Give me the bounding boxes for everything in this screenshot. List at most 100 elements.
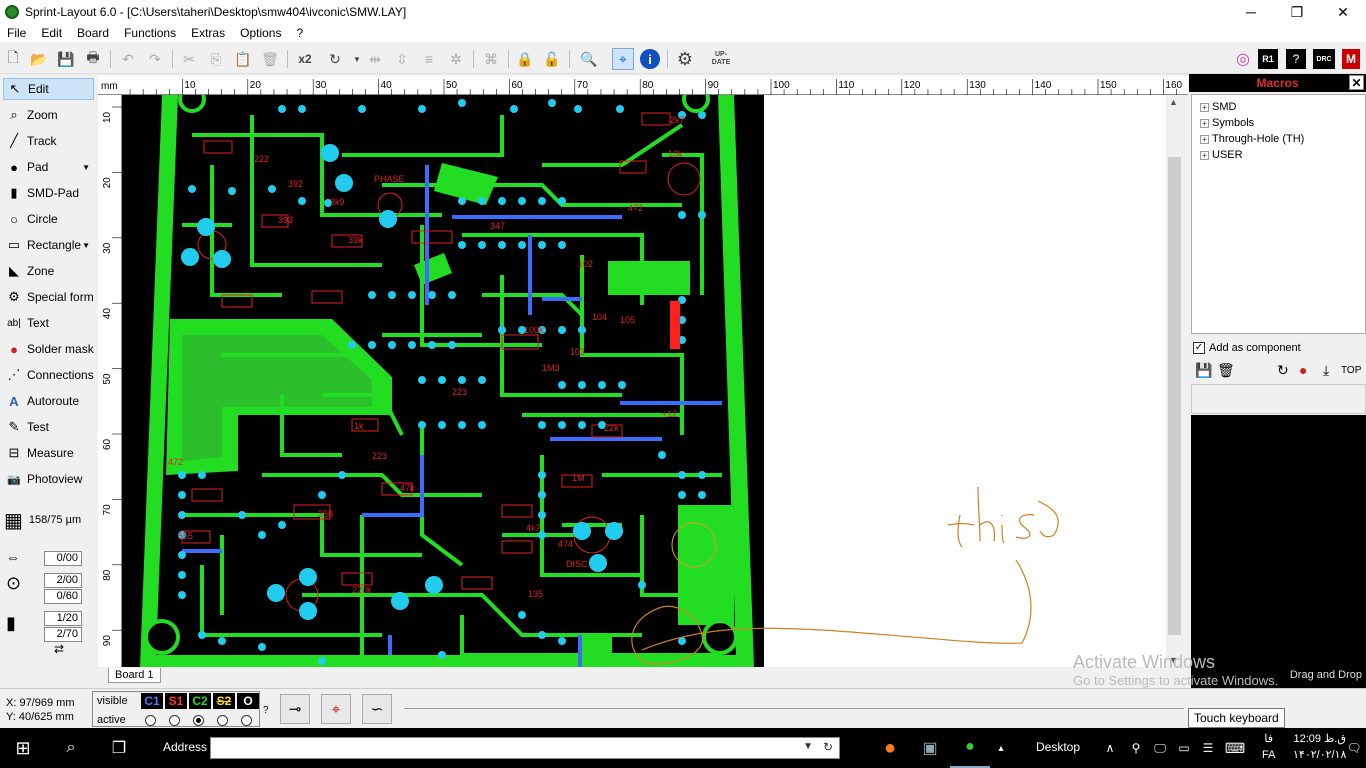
check-icon[interactable]: ? (1286, 49, 1306, 69)
align-icon[interactable]: ≡ (418, 48, 440, 70)
save-icon[interactable]: 💾 (55, 48, 77, 70)
smd-width-field[interactable]: 1/20 (44, 611, 82, 626)
copy-icon[interactable]: ⎘ (205, 48, 227, 70)
pad-outer-field[interactable]: 2/00 (44, 573, 82, 588)
r1-button[interactable]: R1 (1258, 49, 1278, 69)
connections-view-icon[interactable]: ⌖ (612, 48, 634, 70)
taskbar-scroll-icon[interactable]: ▴ (992, 728, 1010, 768)
expand-icon[interactable]: + (1200, 134, 1209, 144)
layer-c2-active-radio[interactable] (193, 715, 204, 726)
rubberband-icon[interactable]: ∽ (362, 694, 392, 724)
scroll-up-icon[interactable]: ▲ (1169, 97, 1178, 107)
pad-ring-icon[interactable]: ◎ (1232, 48, 1254, 70)
task-view-icon[interactable]: ❐ (96, 728, 142, 768)
desktop-toolbar-label[interactable]: Desktop (1036, 740, 1080, 754)
pad-inner-field[interactable]: 0/60 (44, 589, 82, 604)
swap-icon[interactable]: ⇄ (54, 642, 64, 656)
update-button[interactable]: UP-DATE (709, 48, 733, 70)
paste-icon[interactable]: 📋 (232, 48, 254, 70)
macro-preview[interactable]: Drag and Drop (1191, 415, 1366, 689)
tool-photoview[interactable]: 📷 Photoview (3, 468, 94, 490)
tree-item-user[interactable]: + USER (1200, 149, 1243, 161)
crosshair-icon[interactable]: ⌖ (321, 694, 351, 724)
menu-edit[interactable]: Edit (34, 26, 70, 40)
tree-item-symbols[interactable]: + Symbols (1200, 117, 1254, 129)
pcb-board[interactable]: PHASE DISC +12 347 102 104 105 103 472 4… (122, 95, 1166, 667)
snap-icon[interactable]: ✲ (445, 48, 467, 70)
record-icon[interactable]: ● (1299, 362, 1307, 378)
menu-file[interactable]: File (0, 26, 34, 40)
layer-s1-active-radio[interactable] (169, 715, 180, 726)
layer-s1-visible[interactable]: S1 (165, 693, 187, 709)
app-icon-gray[interactable]: ▣ (912, 728, 948, 768)
menu-board[interactable]: Board (70, 26, 117, 40)
search-icon[interactable]: ⌕ (48, 728, 94, 768)
duplicate-button[interactable]: x2 (294, 48, 316, 70)
cut-icon[interactable]: ✂ (178, 48, 200, 70)
tray-notifications-icon[interactable]: ☰ (1198, 728, 1218, 768)
expand-icon[interactable]: + (1200, 102, 1209, 112)
drc-button[interactable]: DRC (1313, 49, 1335, 69)
pcb-canvas[interactable]: PHASE DISC +12 347 102 104 105 103 472 4… (122, 95, 1166, 667)
clock[interactable]: 12:09 ق.ظ ۱۴۰۲/۰۲/۱۸ (1293, 731, 1346, 763)
layer-s2-active-radio[interactable] (217, 715, 228, 726)
expand-icon[interactable]: + (1200, 118, 1209, 128)
import-icon[interactable]: ⤓ (1323, 362, 1329, 379)
grid-selector[interactable]: ▦ 158/75 µm (4, 508, 92, 532)
tool-pad[interactable]: ● Pad ▼ (3, 156, 94, 178)
group-icon[interactable]: ⌘ (480, 48, 502, 70)
refresh-icon[interactable]: ↻ (1277, 362, 1289, 379)
save-macro-icon[interactable]: 💾 (1195, 362, 1212, 379)
zoom-icon[interactable]: 🔍 (578, 48, 600, 70)
rotate-icon[interactable]: ↻ (324, 48, 346, 70)
lock-icon[interactable]: 🔒 (514, 48, 536, 70)
tray-battery-icon[interactable]: ▭ (1174, 728, 1194, 768)
unlock-icon[interactable]: 🔓 (541, 48, 563, 70)
rectangle-dropdown-icon[interactable]: ▼ (82, 241, 90, 250)
layer-o-visible[interactable]: O (237, 693, 259, 709)
layer-help[interactable]: ? (263, 705, 269, 716)
print-icon[interactable]: 🖶 (82, 48, 104, 70)
track-width-field[interactable]: 0/00 (44, 551, 82, 566)
mirror-v-icon[interactable]: ⇳ (391, 48, 413, 70)
layer-o-active-radio[interactable] (241, 715, 252, 726)
tool-autoroute[interactable]: A Autoroute (3, 390, 94, 412)
tool-zoom[interactable]: ⌕ Zoom (3, 104, 94, 126)
sprint-layout-taskbar-icon[interactable]: ● (950, 728, 990, 768)
tool-circle[interactable]: ○ Circle (3, 208, 94, 230)
tree-item-through-hole[interactable]: + Through-Hole (TH) (1200, 133, 1304, 145)
tray-keyboard-icon[interactable]: ⌨ (1222, 728, 1248, 768)
tool-connections[interactable]: ⋰ Connections (3, 364, 94, 386)
smd-height-field[interactable]: 2/70 (44, 627, 82, 642)
tray-network-icon[interactable]: ⚲ (1126, 728, 1146, 768)
delete-icon[interactable]: 🗑 (259, 48, 281, 70)
tree-item-smd[interactable]: + SMD (1200, 101, 1236, 113)
info-icon[interactable]: i (640, 49, 660, 69)
open-folder-icon[interactable]: 📂 (28, 48, 50, 70)
tool-track[interactable]: ╱ Track (3, 130, 94, 152)
minimize-button[interactable]: ─ (1228, 0, 1274, 24)
windows-start-icon[interactable]: ⊞ (0, 728, 46, 768)
macro-m-icon[interactable]: M (1342, 49, 1360, 69)
undo-icon[interactable]: ↶ (117, 48, 139, 70)
tool-text[interactable]: ab| Text (3, 312, 94, 334)
layer-s2-visible[interactable]: S2 (213, 693, 235, 709)
add-as-component-checkbox[interactable]: ✓ Add as component (1193, 342, 1301, 354)
mirror-h-icon[interactable]: ⇹ (364, 48, 386, 70)
menu-functions[interactable]: Functions (117, 26, 184, 40)
tray-chevron-icon[interactable]: ∧ (1100, 728, 1120, 768)
action-center-icon[interactable]: 🗨 (1344, 728, 1364, 768)
settings-gear-icon[interactable]: ⚙ (674, 48, 696, 70)
tool-smd-pad[interactable]: ▮ SMD-Pad (3, 182, 94, 204)
address-refresh-icon[interactable]: ↻ (823, 740, 833, 754)
tool-solder-mask[interactable]: ● Solder mask (3, 338, 94, 360)
menu-options[interactable]: Options (233, 26, 289, 40)
vertical-scrollbar[interactable]: ▲ ▼ (1166, 95, 1183, 667)
checkbox-checked-icon[interactable]: ✓ (1193, 342, 1205, 354)
delete-macro-icon[interactable]: 🗑 (1217, 362, 1235, 379)
maximize-button[interactable]: ❐ (1274, 0, 1320, 24)
tool-zone[interactable]: ◣ Zone (3, 260, 94, 282)
menu-extras[interactable]: Extras (184, 26, 233, 40)
tool-special-form[interactable]: ⚙ Special form (3, 286, 94, 308)
expand-icon[interactable]: + (1200, 150, 1209, 160)
